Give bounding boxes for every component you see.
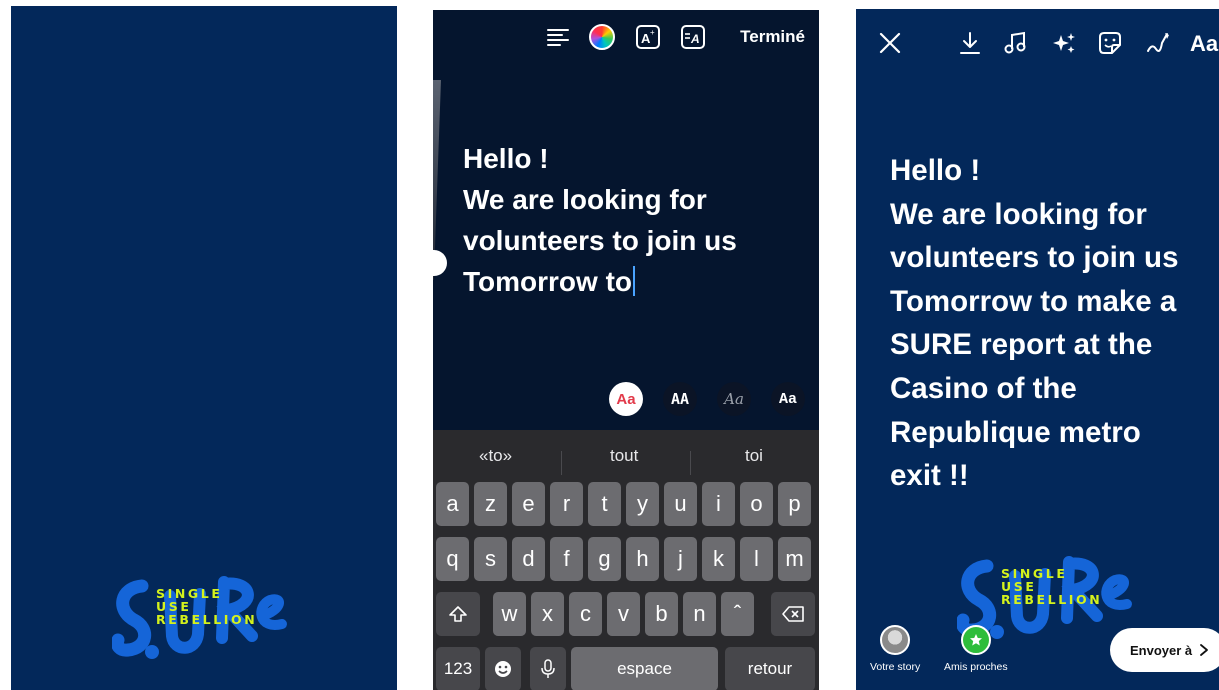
- editor-toolbar: A + A Terminé: [433, 10, 819, 66]
- close-friends-option[interactable]: Amis proches: [944, 625, 1008, 673]
- shift-key[interactable]: [436, 592, 480, 636]
- text-line: Republique metro: [890, 415, 1141, 449]
- key-q[interactable]: q: [436, 537, 469, 581]
- download-icon[interactable]: [956, 29, 984, 57]
- text-line: exit !!: [890, 459, 969, 493]
- font-style-classic[interactable]: Aa: [609, 382, 643, 416]
- shift-icon: [449, 606, 467, 622]
- story-text-input[interactable]: Hello ! We are looking for volunteers to…: [463, 138, 737, 302]
- suggestion-item[interactable]: tout: [610, 446, 638, 466]
- suggestion-divider: [561, 451, 562, 475]
- dictation-key[interactable]: [530, 647, 566, 690]
- font-style-typewriter[interactable]: Aa: [771, 382, 805, 416]
- sticker-icon[interactable]: [1096, 29, 1124, 57]
- key-g[interactable]: g: [588, 537, 621, 581]
- suggestion-item[interactable]: «to»: [479, 446, 512, 466]
- text-line: We are looking for: [463, 184, 707, 215]
- key-accent[interactable]: ˆ: [721, 592, 754, 636]
- align-left-icon[interactable]: [545, 24, 571, 50]
- key-d[interactable]: d: [512, 537, 545, 581]
- your-story-option[interactable]: Votre story: [870, 625, 920, 673]
- keyboard: «to» tout toi a z e r t y u i o p q s d …: [433, 430, 819, 690]
- key-e[interactable]: e: [512, 482, 545, 526]
- key-b[interactable]: b: [645, 592, 678, 636]
- text-line: Tomorrow to: [463, 266, 633, 297]
- delete-key[interactable]: [771, 592, 815, 636]
- story-preview-panel: Aa Hello ! We are looking for volunteers…: [856, 9, 1219, 690]
- your-story-label: Votre story: [870, 661, 921, 673]
- key-n[interactable]: n: [683, 592, 716, 636]
- numbers-key[interactable]: 123: [436, 647, 480, 690]
- key-o[interactable]: o: [740, 482, 773, 526]
- key-r[interactable]: r: [550, 482, 583, 526]
- key-y[interactable]: y: [626, 482, 659, 526]
- return-key[interactable]: retour: [725, 647, 815, 690]
- close-friends-label: Amis proches: [944, 661, 1008, 673]
- font-style-script[interactable]: Aa: [717, 382, 751, 416]
- key-a[interactable]: a: [436, 482, 469, 526]
- key-t[interactable]: t: [588, 482, 621, 526]
- color-wheel-icon[interactable]: [589, 24, 615, 50]
- key-f[interactable]: f: [550, 537, 583, 581]
- key-s[interactable]: s: [474, 537, 507, 581]
- emoji-icon: [495, 661, 511, 677]
- music-icon[interactable]: [1002, 29, 1030, 57]
- key-z[interactable]: z: [474, 482, 507, 526]
- send-to-button[interactable]: Envoyer à: [1110, 628, 1219, 672]
- avatar: [880, 625, 911, 655]
- effects-icon[interactable]: [1050, 29, 1078, 57]
- text-line: Hello !: [463, 143, 549, 174]
- story-text[interactable]: Hello ! We are looking for volunteers to…: [890, 149, 1178, 498]
- text-line: Casino of the: [890, 371, 1077, 405]
- sure-logo: SINGLE USE REBELLION: [112, 566, 292, 686]
- text-editor-panel: A + A Terminé Hello ! We are looking for …: [433, 10, 819, 690]
- key-u[interactable]: u: [664, 482, 697, 526]
- text-effect-icon[interactable]: A +: [635, 24, 661, 50]
- logo-wordmark: SINGLE USE REBELLION: [156, 587, 257, 626]
- key-h[interactable]: h: [626, 537, 659, 581]
- space-key[interactable]: espace: [571, 647, 718, 690]
- key-m[interactable]: m: [778, 537, 811, 581]
- close-friends-star-icon: [960, 625, 991, 655]
- key-p[interactable]: p: [778, 482, 811, 526]
- emoji-key[interactable]: [485, 647, 521, 690]
- microphone-icon: [541, 659, 555, 678]
- draw-icon[interactable]: [1144, 29, 1172, 57]
- text-line: Hello !: [890, 154, 981, 187]
- text-tool-button[interactable]: Aa: [1190, 31, 1218, 57]
- key-i[interactable]: i: [702, 482, 735, 526]
- key-x[interactable]: x: [531, 592, 564, 636]
- logo-wordmark: SINGLE USE REBELLION: [1001, 567, 1102, 606]
- suggestion-bar: «to» tout toi: [433, 442, 819, 475]
- text-line: We are looking for: [890, 197, 1147, 231]
- key-j[interactable]: j: [664, 537, 697, 581]
- text-line: Tomorrow to make a: [890, 284, 1177, 318]
- text-size-slider-handle[interactable]: [433, 250, 447, 276]
- key-c[interactable]: c: [569, 592, 602, 636]
- key-k[interactable]: k: [702, 537, 735, 581]
- logo-line: REBELLION: [1001, 592, 1103, 607]
- suggestion-divider: [690, 451, 691, 475]
- chevron-right-icon: [1200, 644, 1209, 656]
- key-v[interactable]: v: [607, 592, 640, 636]
- logo-line: REBELLION: [156, 612, 258, 627]
- backspace-icon: [782, 606, 804, 622]
- text-line: volunteers to join us: [890, 241, 1179, 275]
- text-line: SURE report at the: [890, 328, 1153, 362]
- key-l[interactable]: l: [740, 537, 773, 581]
- close-icon[interactable]: [876, 29, 904, 57]
- text-background-icon[interactable]: A: [680, 24, 706, 50]
- svg-text:+: +: [650, 28, 655, 37]
- story-background-panel: SINGLE USE REBELLION: [11, 6, 397, 690]
- send-to-label: Envoyer à: [1130, 642, 1193, 658]
- font-style-modern[interactable]: AA: [663, 382, 697, 416]
- text-cursor: [633, 266, 636, 296]
- text-line: volunteers to join us: [463, 225, 737, 256]
- done-button[interactable]: Terminé: [740, 27, 805, 47]
- suggestion-item[interactable]: toi: [745, 446, 763, 466]
- font-style-picker: Aa AA Aa Aa: [433, 382, 819, 418]
- svg-text:A: A: [690, 32, 700, 46]
- key-w[interactable]: w: [493, 592, 526, 636]
